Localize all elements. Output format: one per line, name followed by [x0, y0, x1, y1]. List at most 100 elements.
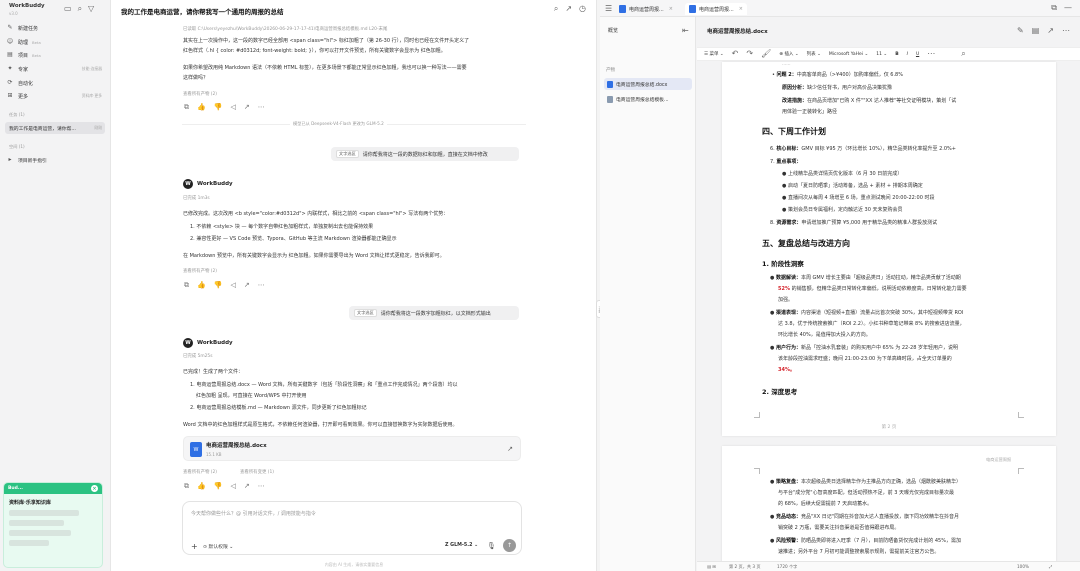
sidebar-item-automation[interactable]: ⟳ 自动化 — [5, 77, 105, 89]
doc-bullet: ● 风险预警：防晒品类即将进入旺季（7 月），目前防晒备货仅完成计划的 45%，… — [770, 538, 961, 544]
share-icon[interactable]: ↗ — [244, 104, 250, 111]
sidebar-item-label: 项目 — [18, 52, 29, 59]
message-actions: ⧉ 👍 👎 ◁ ↗ ⋯ — [184, 104, 265, 111]
open-external-icon[interactable]: ↗ — [507, 445, 513, 453]
more-icon[interactable]: ⋯ — [258, 104, 265, 111]
file-card[interactable]: W 电商运营周报总结.docx 15.1 KB ↗ — [183, 436, 521, 461]
filter-icon[interactable]: ▽ — [88, 5, 94, 13]
folder-icon[interactable]: ▤ — [1032, 27, 1040, 35]
sidebar-toggle-icon[interactable]: ▭ — [64, 5, 72, 13]
thumb-down-icon[interactable]: 👎 — [214, 104, 223, 111]
sidebar-item-new-task[interactable]: ✎ 新建任务 — [5, 22, 105, 34]
speaker-icon[interactable]: ◁ — [230, 483, 235, 490]
minimize-icon[interactable]: — — [1064, 4, 1072, 12]
redo-icon[interactable]: ↷ — [746, 50, 753, 58]
page-corner-mark — [754, 412, 760, 418]
list-button[interactable]: 列表 ⌄ — [807, 51, 821, 57]
sidebar-project-guide[interactable]: ▸ 项目新手指引 — [5, 154, 105, 166]
view-artifacts-link[interactable]: 查看所有产物 (2) — [183, 268, 217, 274]
share-icon[interactable]: ↗ — [244, 483, 250, 490]
document-title: 电商运营周报总结.docx — [707, 29, 768, 35]
chat-input[interactable]: 今天帮你做些什么？@ 引用对话文件，/ 调用技能与指令 + ⊙ 默认权限 ⌄ Z… — [182, 501, 522, 555]
font-size-select[interactable]: 11 ⌄ — [876, 52, 887, 57]
more-icon[interactable]: ⋯ — [258, 483, 265, 490]
sidebar-item-more[interactable]: ⊞ 更多 资料库·更多 — [5, 90, 105, 102]
search-icon[interactable]: ⌕ — [78, 5, 82, 13]
view-changes-link[interactable]: 查看所有变更 (1) — [240, 469, 274, 475]
history-icon[interactable]: ◷ — [579, 5, 586, 13]
insert-button[interactable]: ⊕ 插入 ⌄ — [779, 51, 798, 57]
list-item[interactable]: 1. 电商运营周报总结.docx — Word 文档，所有关键数字（包括「阶段性… — [190, 381, 458, 388]
more-icon[interactable]: ⋯ — [258, 282, 265, 289]
sidebar-item-project[interactable]: ▤ 项目 Beta — [5, 49, 105, 61]
more-icon[interactable]: ⋯ — [927, 50, 935, 58]
duration-text[interactable]: 已完成 5m25s — [183, 353, 213, 359]
close-icon[interactable]: × — [669, 6, 673, 12]
view-artifacts-link[interactable]: 查看所有产物 (2) — [183, 469, 217, 475]
close-icon[interactable]: × — [91, 485, 98, 492]
sidebar-item-assistant[interactable]: ☺ 助理 Beta — [5, 36, 105, 48]
thumb-up-icon[interactable]: 👍 — [197, 104, 206, 111]
outline-item-md[interactable]: 电商运营周报总结模板... — [604, 93, 692, 105]
speaker-icon[interactable]: ◁ — [230, 282, 235, 289]
tab-doc-1[interactable]: 电商运营周报... × — [615, 3, 677, 15]
zoom-level[interactable]: 100% — [1017, 564, 1029, 569]
share-icon[interactable]: ↗ — [1047, 27, 1054, 35]
copy-icon[interactable]: ⧉ — [184, 282, 189, 289]
permission-select[interactable]: ⊙ 默认权限 ⌄ — [203, 543, 233, 550]
popup-head-text: Bud... — [8, 486, 23, 491]
speaker-icon[interactable]: ◁ — [230, 104, 235, 111]
italic-button[interactable]: I — [907, 52, 908, 57]
doc-line: 34%。 — [778, 367, 795, 373]
copy-icon[interactable]: ⧉ — [184, 483, 189, 490]
message-actions: ⧉ 👍 👎 ◁ ↗ ⋯ — [184, 483, 265, 490]
fullscreen-icon[interactable]: ⤢ — [1049, 564, 1052, 569]
list-item[interactable]: 2. 电商运营周报总结模板.md — Markdown 源文件，同步更新了红色加… — [190, 404, 367, 411]
read-file-line[interactable]: 已读取 C:\Users\yeyezhu\WorkBuddy\20260-06-… — [183, 26, 387, 32]
font-select[interactable]: Microsoft YaHei ⌄ — [829, 52, 868, 57]
share-icon[interactable]: ↗ — [244, 282, 250, 289]
sidebar: WorkBuddy v3.0 ▭ ⌕ ▽ ✎ 新建任务 ☺ 助理 Beta ▤ 项目 Be… — [0, 0, 111, 571]
search-icon[interactable]: ⌕ — [961, 50, 965, 58]
underline-button[interactable]: U — [916, 52, 919, 57]
bold-button[interactable]: B — [895, 52, 898, 57]
undo-icon[interactable]: ↶ — [732, 50, 739, 58]
search-icon[interactable]: ⌕ — [554, 5, 558, 13]
outline-item-docx[interactable]: 电商运营周报总结.docx — [604, 78, 692, 90]
sidebar-item-tail: 技能·连接器 — [81, 66, 102, 71]
duration-text[interactable]: 已完成 1m3s — [183, 195, 210, 201]
model-select[interactable]: Z GLM-5.2 ⌄ — [445, 543, 478, 548]
selection-tag[interactable]: 文字选区 — [354, 309, 377, 317]
mic-icon[interactable]: 🎙 — [487, 542, 496, 550]
sidebar-task-active[interactable]: 我的工作是电商运营，请你帮... 刚刚 — [5, 122, 105, 134]
doc-bullet: ● 用户行为：新品「控油水乳套装」的购买用户中 65% 为 22-28 岁年轻用… — [770, 345, 958, 351]
view-artifacts-link[interactable]: 查看所有产物 (2) — [183, 91, 217, 97]
doc-line: 加强。 — [778, 297, 794, 303]
send-button[interactable]: ↑ — [503, 539, 516, 552]
popout-icon[interactable]: ⧉ — [1051, 4, 1057, 12]
sidebar-item-label: 自动化 — [18, 80, 34, 87]
close-icon[interactable]: × — [739, 6, 743, 12]
sidebar-item-expert[interactable]: ✦ 专家 技能·连接器 — [5, 63, 105, 75]
thumb-down-icon[interactable]: 👎 — [214, 483, 223, 490]
tab-label: 电商运营周报... — [629, 6, 664, 13]
share-icon[interactable]: ↗ — [565, 5, 572, 13]
menu-icon[interactable]: ☰ — [605, 5, 612, 13]
knowledge-popup[interactable]: Bud... × 资料库·乐享知识库 — [3, 482, 103, 568]
menu-button[interactable]: ☰ 菜单 ⌄ — [704, 51, 724, 57]
format-painter-icon[interactable]: 🖌 — [761, 50, 771, 58]
copy-icon[interactable]: ⧉ — [184, 104, 189, 111]
collapse-icon[interactable]: ⇤ — [682, 27, 689, 35]
thumb-up-icon[interactable]: 👍 — [197, 282, 206, 289]
view-mode-icon[interactable]: ▤ ⊞ — [707, 564, 716, 569]
thumb-down-icon[interactable]: 👎 — [214, 282, 223, 289]
add-icon[interactable]: + — [191, 542, 198, 551]
tab-doc-2[interactable]: 电商运营周报... × — [685, 3, 747, 15]
edit-icon[interactable]: ✎ — [1017, 27, 1024, 35]
model-switch-text: 模型已从 Deepseek-V4-Flash 更改为 GLM-5.2 — [290, 121, 387, 127]
input-placeholder[interactable]: 今天帮你做些什么？@ 引用对话文件，/ 调用技能与指令 — [191, 510, 316, 517]
avatar: W — [183, 338, 193, 348]
more-icon[interactable]: ⋯ — [1062, 27, 1070, 35]
selection-tag[interactable]: 文字选区 — [336, 150, 359, 158]
thumb-up-icon[interactable]: 👍 — [197, 483, 206, 490]
